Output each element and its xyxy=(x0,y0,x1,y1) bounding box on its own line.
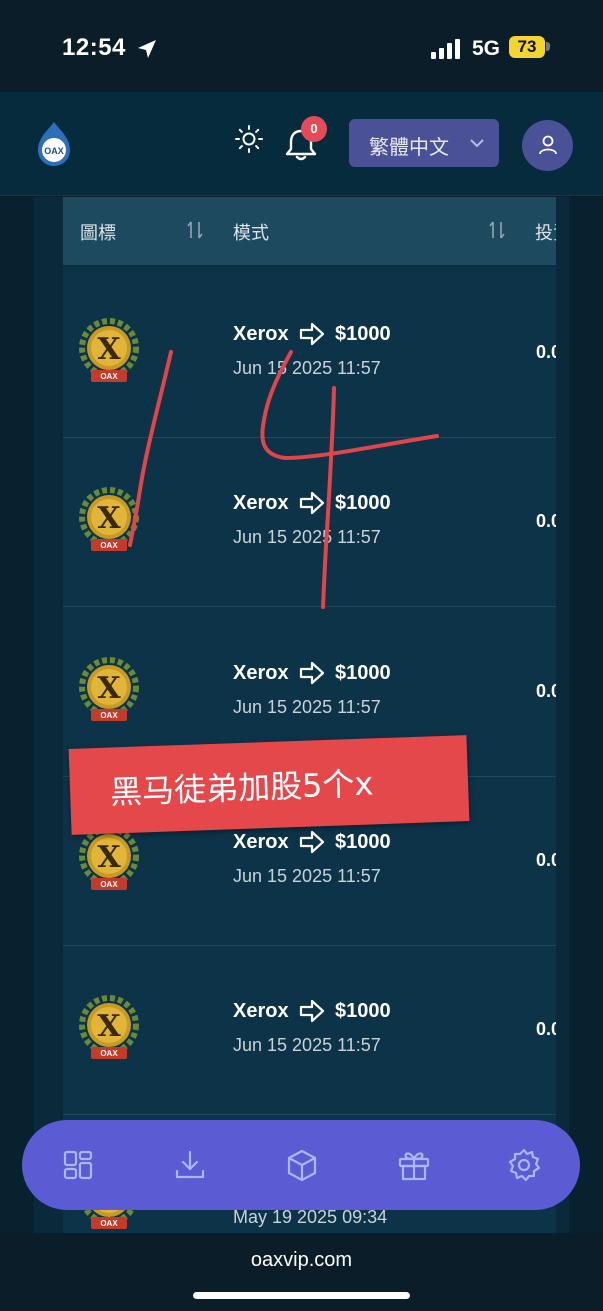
row-date: Jun 15 2025 11:57 xyxy=(233,358,381,378)
gift-icon[interactable] xyxy=(396,1147,432,1183)
svg-text:OAX: OAX xyxy=(100,880,118,889)
arrow-right-icon xyxy=(299,830,325,854)
row-amount: $1000 xyxy=(335,831,391,853)
download-icon[interactable] xyxy=(172,1147,208,1183)
svg-text:X: X xyxy=(97,1009,121,1044)
row-date: Jun 15 2025 11:57 xyxy=(233,866,381,886)
language-label: 繁體中文 xyxy=(369,137,449,159)
row-name: Xerox xyxy=(233,831,289,853)
user-icon xyxy=(539,135,557,155)
row-value: 0.0 xyxy=(536,850,556,870)
xerox-medal-icon: X OAX xyxy=(79,995,139,1059)
row-value: 0.0 xyxy=(536,342,556,362)
row-name: Xerox xyxy=(233,323,289,345)
svg-text:OAX: OAX xyxy=(100,711,118,720)
sort-icon[interactable] xyxy=(487,219,507,241)
network-label: 5G xyxy=(472,37,501,60)
box-icon[interactable] xyxy=(284,1147,320,1183)
notification-badge: 0 xyxy=(301,116,327,142)
url-text[interactable]: oaxvip.com xyxy=(0,1249,603,1272)
svg-text:OAX: OAX xyxy=(100,541,118,550)
row-date: Jun 15 2025 11:57 xyxy=(233,697,381,717)
xerox-medal-icon: X OAX xyxy=(79,318,139,382)
battery-tip xyxy=(546,42,550,51)
row-name: Xerox xyxy=(233,662,289,684)
chevron-down-icon xyxy=(470,139,484,148)
row-date: Jun 15 2025 11:57 xyxy=(233,1035,381,1055)
row-date: May 19 2025 09:34 xyxy=(233,1207,388,1227)
signal-icon xyxy=(431,39,460,59)
location-arrow-icon xyxy=(138,40,156,58)
row-name: Xerox xyxy=(233,492,289,514)
row-date: Jun 15 2025 11:57 xyxy=(233,527,381,547)
row-value: 0.0 xyxy=(536,1019,556,1039)
svg-text:X: X xyxy=(97,840,121,875)
xerox-medal-icon: X OAX xyxy=(79,657,139,721)
annotation-sticker: 黑马徒弟加股5个x xyxy=(68,735,470,835)
row-amount: $1000 xyxy=(335,323,391,345)
svg-text:OAX: OAX xyxy=(100,1049,118,1058)
xerox-medal-icon: X OAX xyxy=(79,826,139,890)
sun-icon[interactable] xyxy=(234,124,264,154)
arrow-right-icon xyxy=(299,661,325,685)
sort-icon[interactable] xyxy=(185,219,205,241)
table-header: 圖標 模式 投資 xyxy=(63,197,556,267)
arrow-right-icon xyxy=(299,999,325,1023)
dashboard-icon[interactable] xyxy=(60,1147,96,1183)
row-amount: $1000 xyxy=(335,1000,391,1022)
browser-url-bar: oaxvip.com xyxy=(0,1233,603,1311)
column-header-mode[interactable]: 模式 xyxy=(233,219,269,245)
arrow-right-icon xyxy=(299,322,325,346)
battery-icon: 73 xyxy=(509,36,545,58)
gear-icon[interactable] xyxy=(506,1147,542,1183)
svg-text:OAX: OAX xyxy=(100,1219,118,1228)
home-indicator[interactable] xyxy=(193,1292,410,1299)
svg-text:X: X xyxy=(97,671,121,706)
svg-text:X: X xyxy=(97,332,121,367)
status-bar: 12:54 5G 73 xyxy=(0,0,603,92)
table-row[interactable]: X OAX Xerox $1000 Jun 15 2025 11:57 0.0 xyxy=(63,268,556,438)
svg-text:OAX: OAX xyxy=(100,372,118,381)
row-value: 0.0 xyxy=(536,681,556,701)
table-row[interactable]: X OAX Xerox $1000 Jun 15 2025 11:57 0.0 xyxy=(63,437,556,607)
language-select[interactable]: 繁體中文 xyxy=(349,119,499,167)
row-name: Xerox xyxy=(233,1000,289,1022)
row-value: 0.0 xyxy=(536,511,556,531)
row-amount: $1000 xyxy=(335,492,391,514)
status-time: 12:54 xyxy=(62,34,126,61)
records-table: 圖標 模式 投資 X OAX Xerox $1000 Jun 15 2025 1… xyxy=(63,197,556,1233)
column-header-invest[interactable]: 投資 xyxy=(535,219,556,245)
oax-logo[interactable]: OAX xyxy=(34,120,74,168)
avatar[interactable] xyxy=(522,120,573,171)
svg-text:X: X xyxy=(97,501,121,536)
sticker-text: 黑马徒弟加股5个x xyxy=(109,764,374,812)
table-row[interactable]: X OAX Xerox $1000 Jun 15 2025 11:57 0.0 xyxy=(63,945,556,1115)
bottom-nav xyxy=(22,1120,580,1210)
xerox-medal-icon: X OAX xyxy=(79,487,139,551)
row-amount: $1000 xyxy=(335,662,391,684)
logo-text: OAX xyxy=(44,146,64,156)
column-header-icon[interactable]: 圖標 xyxy=(80,219,116,245)
arrow-right-icon xyxy=(299,491,325,515)
